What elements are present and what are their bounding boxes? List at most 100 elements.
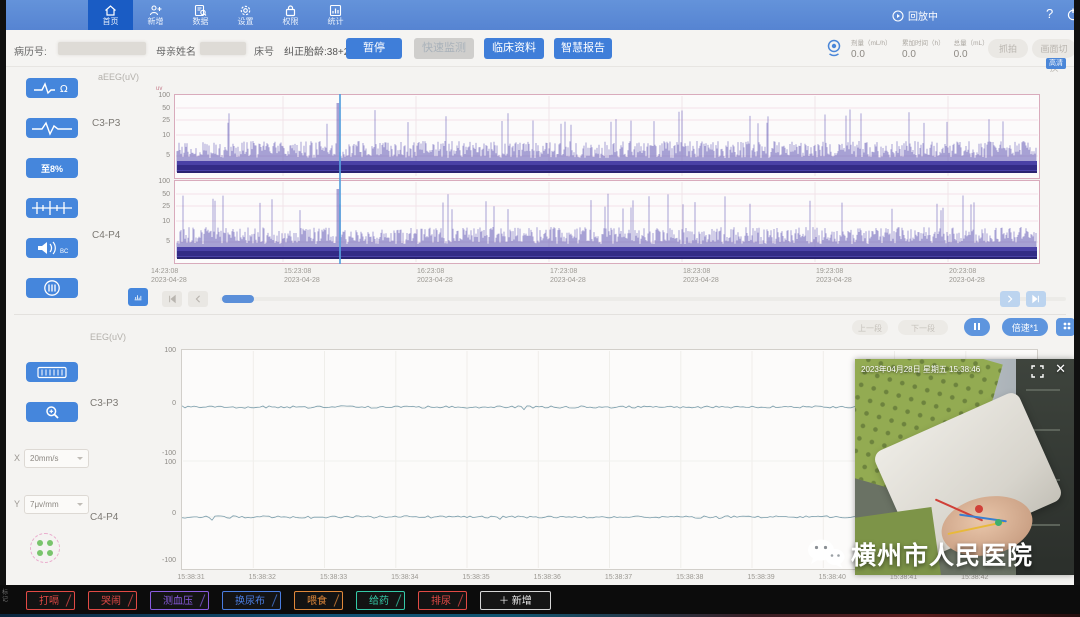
playback-speed-button[interactable]: 倍速*1 bbox=[1002, 318, 1048, 336]
tick-time: 20:23:08 bbox=[949, 267, 985, 276]
montage-strip-button[interactable] bbox=[26, 362, 78, 382]
eeg-channel-c4p4-label: C4-P4 bbox=[90, 512, 118, 523]
next-page-button[interactable] bbox=[1000, 291, 1020, 307]
snapshot-button[interactable]: 抓拍 bbox=[988, 39, 1028, 58]
eeg-ytick: -100 bbox=[144, 450, 176, 457]
eeg-ytick: -100 bbox=[144, 557, 176, 564]
tab-person-add[interactable]: 新增 bbox=[133, 0, 178, 30]
fullscreen-icon[interactable] bbox=[1031, 365, 1044, 378]
event-button[interactable]: 喂食 bbox=[294, 591, 343, 610]
aeeg-time-tick: 17:23:082023-04-28 bbox=[550, 267, 586, 285]
electrode-montage-button[interactable] bbox=[30, 533, 60, 563]
tab-data[interactable]: 数据 bbox=[178, 0, 223, 30]
filter-tool-button[interactable] bbox=[26, 278, 78, 298]
eeg-pause-button[interactable] bbox=[964, 318, 990, 336]
event-button[interactable]: 给药 bbox=[356, 591, 405, 610]
audio-tool-button[interactable]: BC bbox=[26, 238, 78, 258]
tick-date: 2023-04-28 bbox=[949, 276, 985, 285]
infusion-stats: 剂量（mL/h）0.0累加时间（h）0.0总量（mL）0.0 bbox=[851, 37, 996, 60]
event-button[interactable]: 测血压 bbox=[150, 591, 209, 610]
aeeg-time-tick: 19:23:082023-04-28 bbox=[816, 267, 852, 285]
tick-time: 14:23:08 bbox=[151, 267, 187, 276]
playback-label: 回放中 bbox=[908, 8, 938, 23]
last-page-button[interactable] bbox=[1026, 291, 1046, 307]
aeeg-time-tick: 20:23:082023-04-28 bbox=[949, 267, 985, 285]
close-icon[interactable]: ✕ bbox=[1055, 361, 1066, 377]
marker-side-label: 标记 bbox=[2, 590, 11, 604]
eeg-time-tick: 15:38:39 bbox=[737, 573, 785, 582]
tick-date: 2023-04-28 bbox=[151, 276, 187, 285]
trend-view-button[interactable] bbox=[128, 288, 148, 306]
svg-text:BC: BC bbox=[60, 249, 69, 255]
corrected-gestation-label: 纠正胎龄:38+2 bbox=[284, 43, 349, 58]
event-button[interactable]: 打嗝 bbox=[26, 591, 75, 610]
app-screen: 首页新增数据设置权限统计 回放中 ? 病历号: 母亲姓名 床号 纠正胎龄:38+… bbox=[6, 0, 1074, 585]
quick-monitor-button[interactable]: 快速监测 bbox=[414, 38, 474, 59]
tick-time: 18:23:08 bbox=[683, 267, 719, 276]
tab-lock[interactable]: 权限 bbox=[268, 0, 313, 30]
y-scale-select[interactable]: 7μv/mm bbox=[24, 495, 89, 514]
impedance-tool-button[interactable]: Ω bbox=[26, 78, 78, 98]
timeline-scrollbar-track[interactable] bbox=[220, 297, 1066, 301]
skip-to-start-icon bbox=[168, 294, 176, 304]
switch-view-button[interactable]: 画面切换 bbox=[1032, 39, 1074, 58]
event-button[interactable]: 排尿 bbox=[418, 591, 467, 610]
prev-page-button[interactable] bbox=[188, 291, 208, 307]
pause-button[interactable]: 暂停 bbox=[346, 38, 402, 59]
settings-icon bbox=[239, 4, 252, 17]
tab-stats[interactable]: 统计 bbox=[313, 0, 358, 30]
eeg-wave-icon bbox=[30, 120, 74, 136]
tab-home[interactable]: 首页 bbox=[88, 0, 133, 30]
aeeg-ytick: 25 bbox=[138, 117, 170, 124]
impedance-icon: Ω bbox=[32, 81, 72, 95]
tick-date: 2023-04-28 bbox=[816, 276, 852, 285]
eeg-ytick: 100 bbox=[144, 459, 176, 466]
x-axis-letter: X bbox=[14, 453, 20, 463]
help-icon[interactable]: ? bbox=[1046, 6, 1053, 21]
chevron-right-icon bbox=[1006, 294, 1014, 304]
lock-icon bbox=[284, 4, 297, 17]
x-scale-select[interactable]: 20mm/s bbox=[24, 449, 89, 468]
layout-grid-button[interactable] bbox=[1056, 318, 1074, 336]
power-icon[interactable] bbox=[1066, 7, 1074, 21]
aeeg-chart-c4p4[interactable] bbox=[174, 180, 1040, 264]
mini-chart-icon bbox=[134, 291, 142, 303]
time-cursor-line[interactable] bbox=[339, 94, 341, 264]
chevron-left-icon bbox=[194, 294, 202, 304]
prev-segment-button[interactable]: 上一段 bbox=[852, 320, 888, 335]
clinical-data-button[interactable]: 临床资料 bbox=[484, 38, 544, 59]
webcam-icon[interactable] bbox=[824, 38, 844, 58]
magnifier-icon bbox=[45, 405, 60, 420]
hd-badge[interactable]: 高清 bbox=[1046, 58, 1066, 69]
infusion-stat-label: 累加时间（h） bbox=[902, 37, 945, 47]
record-number-redacted-value bbox=[58, 42, 146, 55]
spectrum-icon: 至8% bbox=[41, 162, 63, 175]
record-number-label: 病历号: bbox=[14, 43, 47, 58]
first-page-button[interactable] bbox=[162, 291, 182, 307]
playback-icon bbox=[892, 10, 904, 22]
tab-settings[interactable]: 设置 bbox=[223, 0, 268, 30]
tick-date: 2023-04-28 bbox=[417, 276, 453, 285]
infusion-stat: 累加时间（h）0.0 bbox=[902, 37, 945, 60]
smart-report-button[interactable]: 智慧报告 bbox=[554, 38, 612, 59]
spectrum-tool-button[interactable]: 至8% bbox=[26, 158, 78, 178]
timeline-scrollbar-thumb[interactable] bbox=[222, 295, 254, 303]
person-add-icon bbox=[149, 4, 162, 17]
event-button[interactable]: 哭闹 bbox=[88, 591, 137, 610]
tab-label: 数据 bbox=[193, 18, 209, 26]
video-green-pad bbox=[855, 507, 942, 575]
event-button[interactable]: 换尿布 bbox=[222, 591, 281, 610]
eeg-wave-tool-button[interactable] bbox=[26, 118, 78, 138]
aeeg-ytick: 50 bbox=[138, 105, 170, 112]
aeeg-unit-label: aEEG(uV) bbox=[98, 72, 139, 82]
eeg-time-tick: 15:38:40 bbox=[808, 573, 856, 582]
stats-icon bbox=[329, 4, 342, 17]
add-event-button[interactable]: ＋ 新增 bbox=[480, 591, 551, 610]
tick-date: 2023-04-28 bbox=[550, 276, 586, 285]
aeeg-chart-c3p3[interactable] bbox=[174, 94, 1040, 179]
next-segment-button[interactable]: 下一段 bbox=[898, 320, 948, 335]
zoom-button[interactable] bbox=[26, 402, 78, 422]
live-video-overlay[interactable]: 2023年04月28日 星期五 15:38:46 ✕ bbox=[855, 359, 1074, 575]
spike-tool-button[interactable] bbox=[26, 198, 78, 218]
eeg-ytick: 0 bbox=[144, 400, 176, 407]
